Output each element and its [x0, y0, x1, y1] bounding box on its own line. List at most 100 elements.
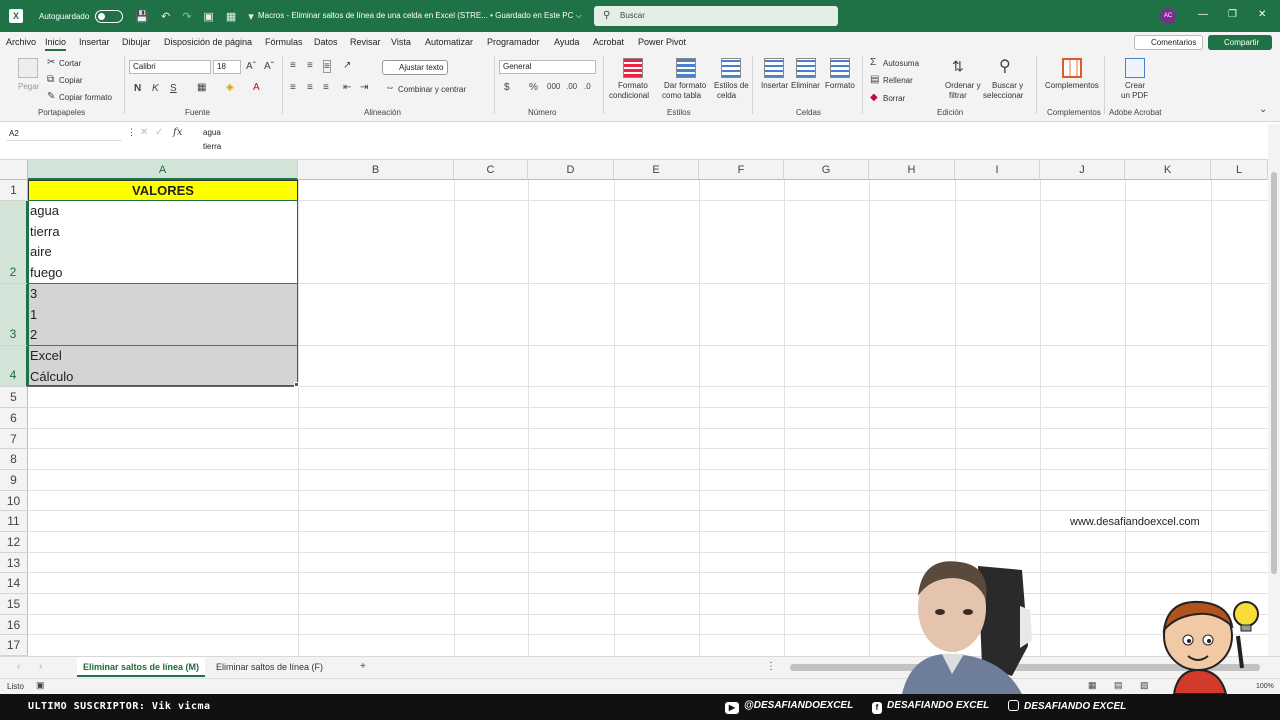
tab-inicio[interactable]: Inicio [45, 37, 67, 51]
currency-icon[interactable]: $ [504, 82, 510, 93]
select-all-corner[interactable] [0, 160, 28, 180]
cell-styles-label-1[interactable]: Estilos de [714, 81, 749, 90]
form-icon[interactable]: ▦ [226, 10, 236, 23]
orientation-icon[interactable]: ↗ [343, 60, 351, 71]
find-select-label-2[interactable]: seleccionar [983, 91, 1023, 100]
align-top-icon[interactable]: ≡ [290, 60, 296, 71]
sheet-tab-f[interactable]: Eliminar saltos de línea (F) [210, 657, 329, 677]
number-format-select[interactable]: General [499, 60, 596, 74]
fill-color-icon[interactable]: ◈ [226, 82, 234, 93]
tab-formulas[interactable]: Fórmulas [265, 37, 303, 47]
paste-button[interactable]: Pegar [18, 82, 39, 91]
align-middle-icon[interactable]: ≡ [307, 60, 313, 71]
format-painter-icon[interactable]: ✎ [47, 91, 55, 102]
autosum-icon[interactable]: Σ [870, 57, 876, 68]
conditional-format-label-1[interactable]: Formato [618, 81, 648, 90]
tab-archivo[interactable]: Archivo [6, 37, 36, 47]
row-header-10[interactable]: 10 [0, 491, 28, 511]
create-pdf-label-2[interactable]: un PDF [1121, 91, 1148, 100]
row-header-12[interactable]: 12 [0, 532, 28, 553]
fill-button[interactable]: Rellenar [883, 76, 913, 85]
format-as-table-label-2[interactable]: como tabla [662, 91, 701, 100]
prev-sheet-icon[interactable]: ‹ [17, 661, 20, 672]
customize-toolbar-icon[interactable]: ▾ [248, 10, 254, 23]
insert-cells-button[interactable]: Insertar [761, 81, 788, 90]
conditional-format-icon[interactable] [623, 58, 643, 78]
column-header-g[interactable]: G [784, 160, 869, 180]
column-header-h[interactable]: H [869, 160, 955, 180]
avatar[interactable]: AC [1160, 8, 1176, 24]
align-bottom-icon[interactable]: ≡ [323, 60, 331, 73]
align-center-icon[interactable]: ≡ [307, 82, 313, 93]
row-header-1[interactable]: 1 [0, 180, 28, 201]
addins-button[interactable]: Complementos [1045, 81, 1099, 90]
format-as-table-label-1[interactable]: Dar formato [664, 81, 706, 90]
insert-cells-icon[interactable] [764, 58, 784, 78]
cancel-icon[interactable]: ✕ [140, 127, 148, 138]
document-title[interactable]: Macros - Eliminar saltos de línea de una… [258, 11, 582, 21]
insert-function-button[interactable]: fx [173, 127, 182, 138]
column-header-i[interactable]: I [955, 160, 1040, 180]
clear-icon[interactable]: ◆ [870, 92, 878, 103]
column-header-e[interactable]: E [614, 160, 699, 180]
format-cells-icon[interactable] [830, 58, 850, 78]
find-select-label-1[interactable]: Buscar y [992, 81, 1023, 90]
borders-icon[interactable]: ▦ [197, 82, 206, 93]
merge-center-button[interactable]: Combinar y centrar [398, 85, 466, 94]
name-box[interactable]: A2 [6, 126, 122, 141]
column-header-c[interactable]: C [454, 160, 528, 180]
underline-button[interactable]: S [170, 83, 177, 94]
decrease-decimal-icon[interactable]: .0 [584, 82, 591, 91]
cell-a1[interactable]: VALORES [28, 180, 298, 201]
more-icon[interactable]: ⋮ [127, 127, 136, 138]
save-icon[interactable]: 💾 [135, 10, 149, 23]
cut-icon[interactable]: ✂ [47, 57, 55, 68]
format-painter-button[interactable]: Copiar formato [59, 93, 112, 102]
accessibility-icon[interactable]: ▣ [36, 680, 45, 691]
increase-decimal-icon[interactable]: .00 [566, 82, 577, 91]
camera-icon[interactable]: ▣ [203, 10, 213, 23]
row-header-15[interactable]: 15 [0, 594, 28, 615]
row-header-4[interactable]: 4 [0, 346, 28, 387]
tab-acrobat[interactable]: Acrobat [593, 37, 624, 47]
collapse-ribbon-icon[interactable]: ⌄ [1259, 104, 1267, 115]
align-left-icon[interactable]: ≡ [290, 82, 296, 93]
page-layout-icon[interactable]: ▤ [1114, 680, 1123, 691]
row-header-16[interactable]: 16 [0, 615, 28, 635]
column-header-l[interactable]: L [1211, 160, 1268, 180]
row-header-8[interactable]: 8 [0, 449, 28, 470]
font-name-select[interactable]: Calibri [129, 60, 211, 74]
comments-button[interactable]: Comentarios [1134, 35, 1203, 50]
copy-icon[interactable]: ⧉ [47, 74, 54, 85]
sort-filter-label-1[interactable]: Ordenar y [945, 81, 981, 90]
autosave-toggle[interactable] [95, 9, 124, 23]
minimize-icon[interactable]: — [1198, 9, 1208, 20]
enter-icon[interactable]: ✓ [155, 127, 163, 138]
row-header-17[interactable]: 17 [0, 635, 28, 656]
formula-line-1[interactable]: agua [203, 128, 221, 137]
sort-filter-icon[interactable]: ⇅ [952, 58, 964, 75]
row-header-7[interactable]: 7 [0, 429, 28, 449]
format-cells-button[interactable]: Formato [825, 81, 855, 90]
cut-button[interactable]: Cortar [59, 59, 81, 68]
copy-button[interactable]: Copiar [59, 76, 83, 85]
row-header-5[interactable]: 5 [0, 387, 28, 408]
tab-ayuda[interactable]: Ayuda [554, 37, 579, 47]
comma-style-icon[interactable]: 000 [547, 82, 560, 91]
delete-cells-icon[interactable] [796, 58, 816, 78]
format-as-table-icon[interactable] [676, 58, 696, 78]
merge-center-icon[interactable]: ⇔ [385, 82, 395, 93]
undo-icon[interactable]: ↶ [161, 10, 170, 23]
bold-button[interactable]: N [134, 83, 141, 94]
row-header-13[interactable]: 13 [0, 553, 28, 573]
increase-indent-icon[interactable]: ⇥ [360, 82, 368, 93]
vertical-scrollbar[interactable] [1268, 124, 1280, 656]
next-sheet-icon[interactable]: › [39, 661, 42, 672]
page-break-icon[interactable]: ▧ [1140, 680, 1149, 691]
restore-icon[interactable]: ❐ [1228, 9, 1237, 20]
cell-grid[interactable]: VALORES agua tierra aire fuego 3 1 2 Exc… [28, 180, 1268, 656]
sort-filter-label-2[interactable]: filtrar [949, 91, 967, 100]
tab-vista[interactable]: Vista [391, 37, 411, 47]
autosum-button[interactable]: Autosuma [883, 59, 919, 68]
tab-datos[interactable]: Datos [314, 37, 338, 47]
